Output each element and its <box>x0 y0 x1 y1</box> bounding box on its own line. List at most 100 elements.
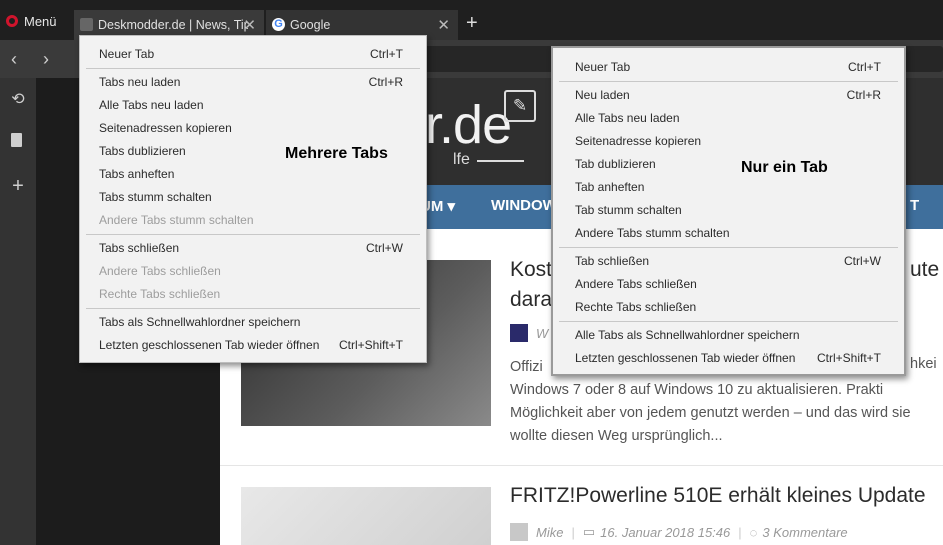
menu-item-mute-tab[interactable]: Tab stumm schalten <box>553 199 904 221</box>
menu-item-label: Alle Tabs neu laden <box>575 111 680 125</box>
menu-separator <box>559 247 898 248</box>
forward-icon[interactable]: › <box>43 49 49 69</box>
menu-item-close-right-tabs: Rechte Tabs schließen <box>80 283 426 305</box>
menu-item-shortcut: Ctrl+W <box>844 254 881 268</box>
menu-item-label: Rechte Tabs schließen <box>575 300 697 314</box>
menu-item-label: Neu laden <box>575 88 630 102</box>
menu-separator <box>86 68 420 69</box>
menu-item-save-speed-dial-folder[interactable]: Tabs als Schnellwahlordner speichern <box>80 311 426 333</box>
menu-item-label: Tabs als Schnellwahlordner speichern <box>99 315 301 329</box>
opera-menu-button[interactable]: Menü <box>0 8 68 34</box>
menu-item-shortcut: Ctrl+T <box>848 60 881 74</box>
menu-item-label: Tabs anheften <box>99 167 175 181</box>
tab-title: Google <box>290 18 331 32</box>
menu-item-copy-addresses[interactable]: Seitenadressen kopieren <box>80 117 426 139</box>
menu-item-mute-other-tabs[interactable]: Andere Tabs stumm schalten <box>553 222 904 244</box>
nav-item-windows[interactable]: WINDOW <box>491 197 557 214</box>
menu-item-label: Andere Tabs schließen <box>99 264 221 278</box>
menu-item-reload-tabs[interactable]: Tabs neu laden Ctrl+R <box>80 71 426 93</box>
menu-item-label: Alle Tabs als Schnellwahlordner speicher… <box>575 328 800 342</box>
menu-item-shortcut: Ctrl+T <box>370 47 403 61</box>
google-favicon-icon: G <box>272 18 285 31</box>
site-logo-subtitle: lfe <box>453 151 470 168</box>
history-icon[interactable]: ⟲ <box>9 91 27 109</box>
menu-item-close-tabs[interactable]: Tabs schließen Ctrl+W <box>80 237 426 259</box>
context-menu-single-tab: Neuer Tab Ctrl+T Neu laden Ctrl+R Alle T… <box>551 46 906 376</box>
menu-item-label: Tab stumm schalten <box>575 203 682 217</box>
menu-separator <box>559 321 898 322</box>
menu-item-label: Tab dublizieren <box>575 157 656 171</box>
menu-item-mute-tabs[interactable]: Tabs stumm schalten <box>80 186 426 208</box>
menu-item-label: Letzten geschlossenen Tab wieder öffnen <box>575 351 796 365</box>
menu-item-label: Tab anheften <box>575 180 645 194</box>
opera-logo-icon <box>6 15 18 27</box>
menu-item-mute-other-tabs: Andere Tabs stumm schalten <box>80 209 426 231</box>
excerpt-line: Windows 7 oder 8 auf Windows 10 zu aktua… <box>510 382 884 398</box>
article-title-fragment[interactable]: ute <box>910 258 939 282</box>
menu-item-label: Tabs dublizieren <box>99 144 186 158</box>
article-title[interactable]: FRITZ!Powerline 510E erhält kleines Upda… <box>510 484 926 508</box>
article-title[interactable]: Kost <box>510 258 552 282</box>
menu-item-label: Rechte Tabs schließen <box>99 287 221 301</box>
article-author[interactable]: Mike <box>536 525 563 540</box>
menu-item-label: Alle Tabs neu laden <box>99 98 204 112</box>
menu-item-close-other-tabs[interactable]: Andere Tabs schließen <box>553 273 904 295</box>
menu-item-shortcut: Ctrl+R <box>368 75 403 89</box>
menu-item-label: Tabs stumm schalten <box>99 190 212 204</box>
article-comments[interactable]: 3 Kommentare <box>762 525 847 540</box>
menu-item-reload-all-tabs[interactable]: Alle Tabs neu laden <box>80 94 426 116</box>
meta-separator: | <box>738 524 742 540</box>
menu-item-close-tab[interactable]: Tab schließen Ctrl+W <box>553 250 904 272</box>
menu-item-reopen-closed-tab[interactable]: Letzten geschlossenen Tab wieder öffnen … <box>553 347 904 369</box>
tab-title: Deskmodder.de | News, Tip <box>98 18 248 32</box>
menu-item-shortcut: Ctrl+R <box>846 88 881 102</box>
menu-item-label: Neuer Tab <box>575 60 631 74</box>
menu-item-pin-tabs[interactable]: Tabs anheften <box>80 163 426 185</box>
menu-item-new-tab[interactable]: Neuer Tab Ctrl+T <box>80 43 426 65</box>
menu-item-reload[interactable]: Neu laden Ctrl+R <box>553 84 904 106</box>
nav-item-last[interactable]: T <box>910 197 919 214</box>
menu-item-label: Andere Tabs stumm schalten <box>99 213 254 227</box>
excerpt-line: wollte diesen Weg ursprünglich... <box>510 428 723 444</box>
sidebar <box>0 78 36 545</box>
menu-item-label: Andere Tabs schließen <box>575 277 697 291</box>
callout-label: Mehrere Tabs <box>285 145 388 162</box>
menu-item-save-all-speed-dial-folder[interactable]: Alle Tabs als Schnellwahlordner speicher… <box>553 324 904 346</box>
menu-item-new-tab[interactable]: Neuer Tab Ctrl+T <box>553 56 904 78</box>
avatar <box>510 324 528 342</box>
back-icon[interactable]: ‹ <box>11 49 17 69</box>
menu-item-label: Neuer Tab <box>99 47 155 61</box>
comment-icon: ◌ <box>749 524 758 540</box>
article-date: 16. Januar 2018 15:46 <box>600 524 731 540</box>
plus-icon[interactable]: + <box>9 176 27 196</box>
excerpt-fragment: hkei <box>910 356 937 372</box>
article-thumbnail[interactable] <box>241 487 491 545</box>
menu-item-label: Tab schließen <box>575 254 650 268</box>
close-tab-icon[interactable]: ✕ <box>243 16 256 34</box>
deskmodder-favicon-icon <box>80 18 93 31</box>
menu-item-pin-tab[interactable]: Tab anheften <box>553 176 904 198</box>
menu-item-close-right-tabs[interactable]: Rechte Tabs schließen <box>553 296 904 318</box>
article-meta: Mike | ▭ 16. Januar 2018 15:46 | ◌ 3 Kom… <box>510 523 848 541</box>
logo-underline <box>477 160 524 162</box>
menu-item-copy-address[interactable]: Seitenadresse kopieren <box>553 130 904 152</box>
menu-separator <box>86 234 420 235</box>
menu-item-duplicate-tab[interactable]: Tab dublizieren <box>553 153 904 175</box>
close-tab-icon[interactable]: ✕ <box>437 16 450 34</box>
menu-label: Menü <box>24 13 57 29</box>
article-author[interactable]: W <box>536 326 548 341</box>
menu-item-label: Andere Tabs stumm schalten <box>575 226 730 240</box>
menu-item-label: Seitenadresse kopieren <box>575 134 702 148</box>
menu-item-label: Tabs schließen <box>99 241 180 255</box>
context-menu-multiple-tabs: Neuer Tab Ctrl+T Tabs neu laden Ctrl+R A… <box>79 35 427 363</box>
menu-separator <box>86 308 420 309</box>
calendar-icon: ▭ <box>582 524 596 539</box>
document-icon[interactable] <box>11 133 22 147</box>
article-title-line2[interactable]: dara <box>510 288 552 312</box>
menu-item-reload-all-tabs[interactable]: Alle Tabs neu laden <box>553 107 904 129</box>
menu-item-label: Tabs neu laden <box>99 75 181 89</box>
new-tab-button[interactable]: + <box>466 12 478 35</box>
tab-strip: Menü Deskmodder.de | News, Tip ✕ G Googl… <box>0 0 943 40</box>
menu-item-close-other-tabs: Andere Tabs schließen <box>80 260 426 282</box>
menu-item-reopen-closed-tab[interactable]: Letzten geschlossenen Tab wieder öffnen … <box>80 334 426 356</box>
